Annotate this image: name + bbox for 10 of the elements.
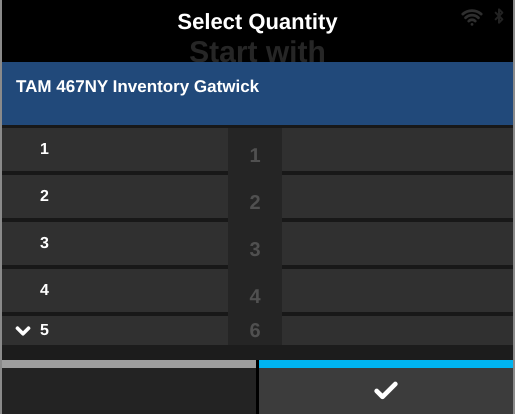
confirm-button[interactable] [259,360,513,414]
screen-title: Select Quantity [177,8,338,36]
quantity-option[interactable]: 4 [2,269,228,312]
blank-button[interactable] [2,360,256,414]
quantity-option[interactable]: 1 [2,128,228,171]
wifi-icon [461,6,483,28]
quantity-option[interactable]: 5 [2,316,228,345]
item-header: TAM 467NY Inventory Gatwick [2,62,513,125]
quantity-option[interactable]: 3 [2,222,228,265]
quantity-option[interactable]: 2 [2,175,228,218]
